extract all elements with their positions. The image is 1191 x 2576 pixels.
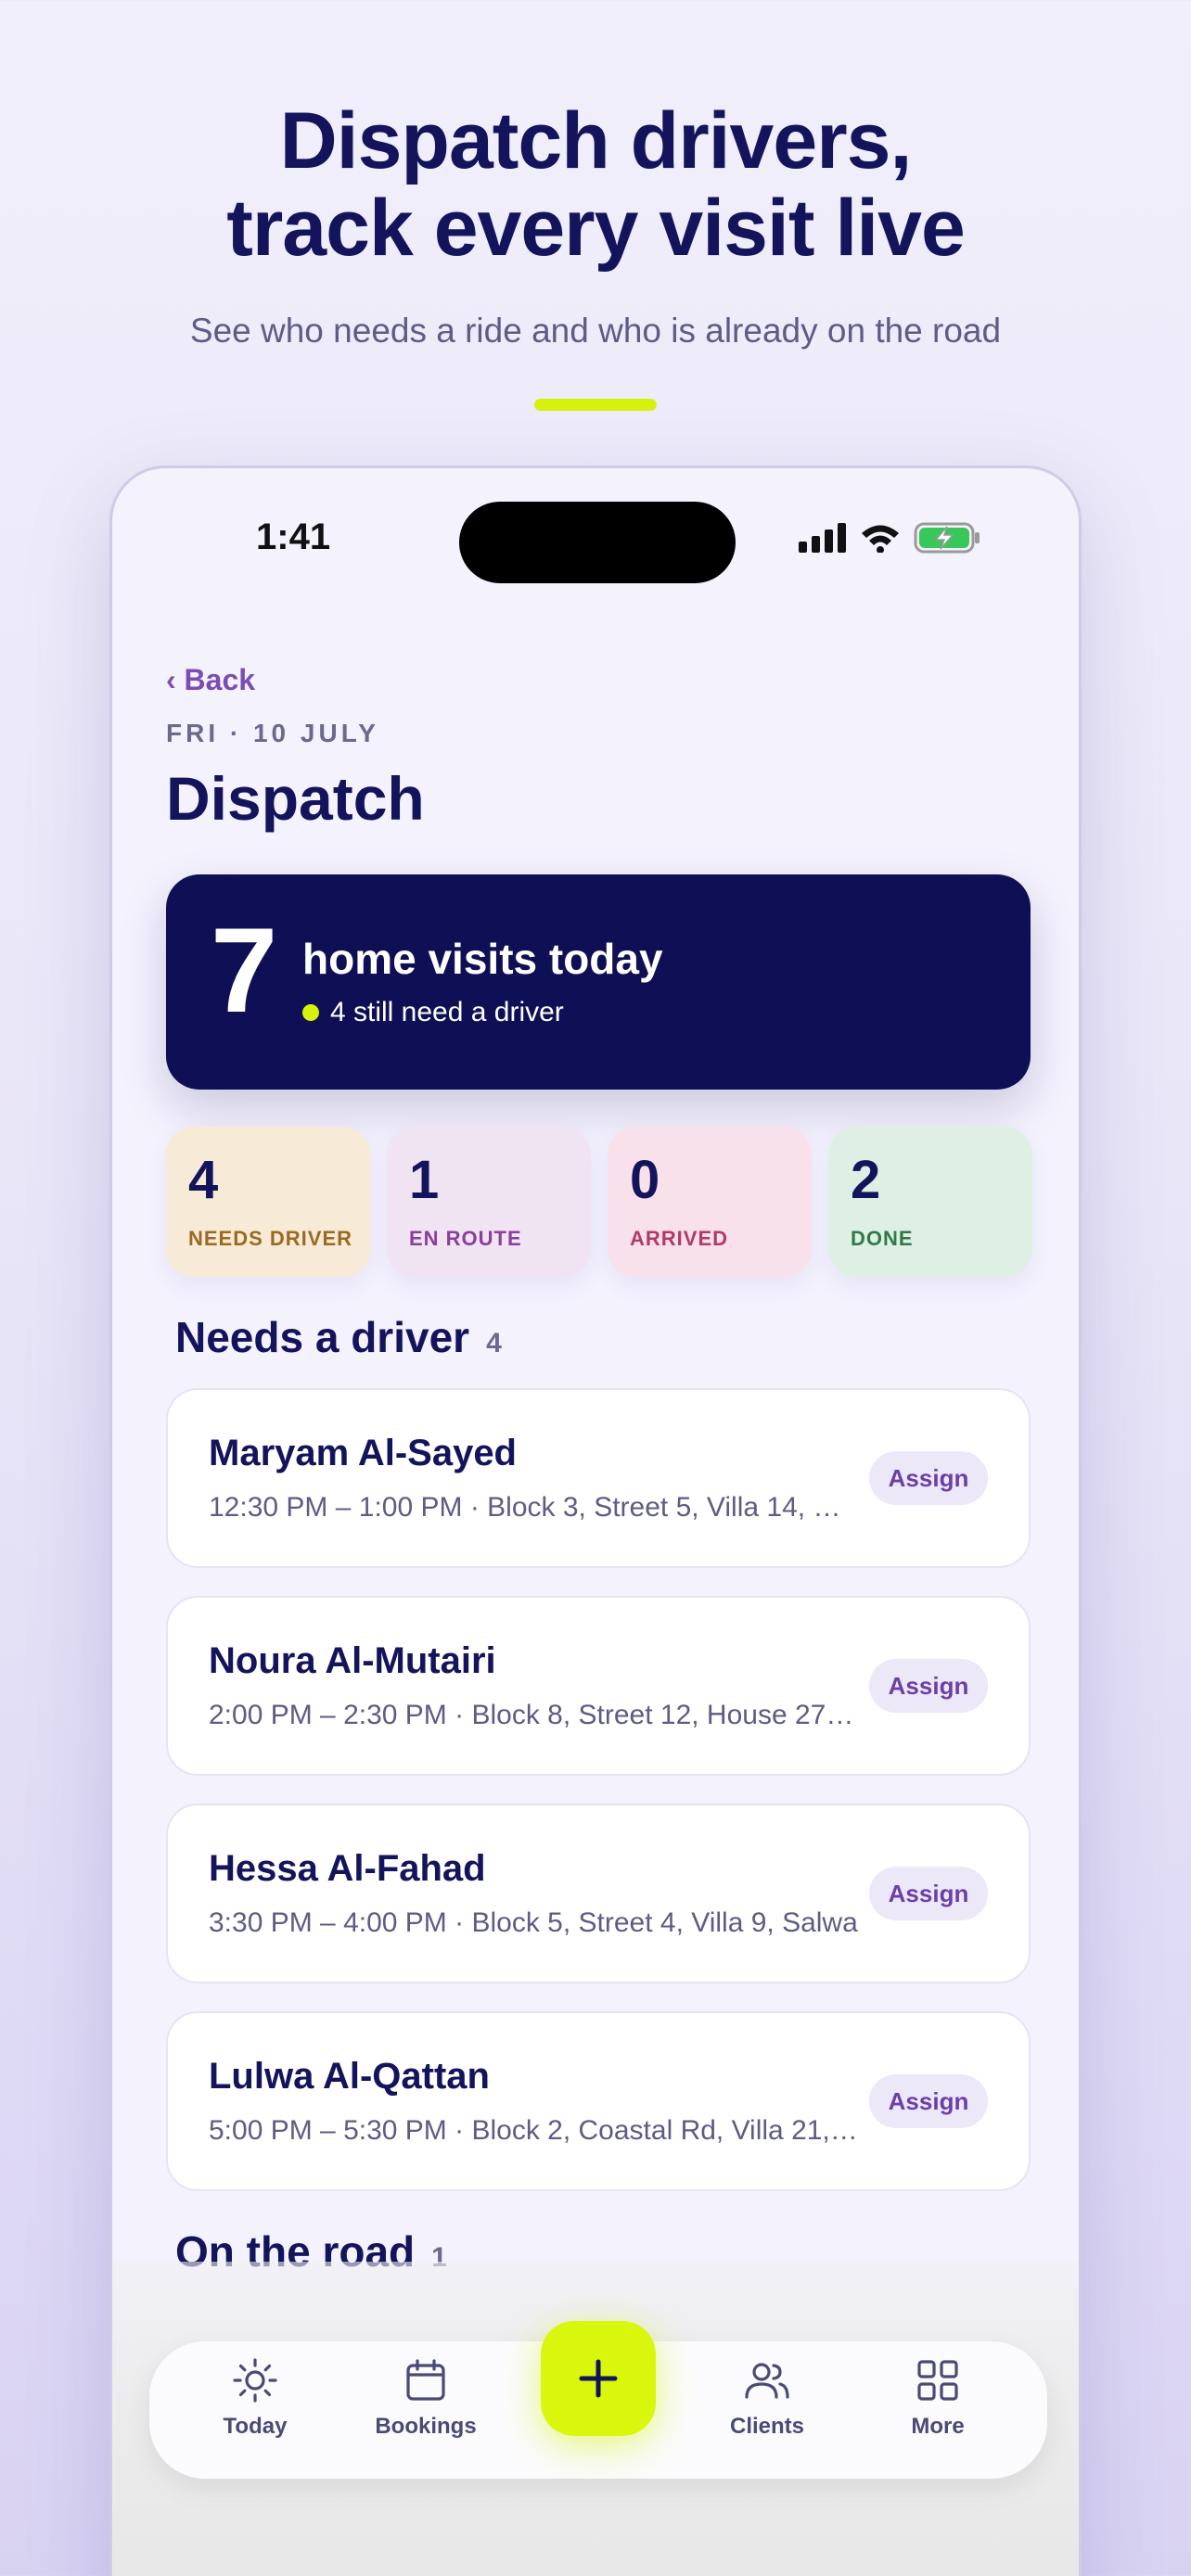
status-time: 1:41 xyxy=(256,516,331,557)
tab-label: Today xyxy=(223,2414,288,2439)
tab-today[interactable]: Today xyxy=(181,2356,329,2440)
visits-summary-card: 7 home visits today 4 still need a drive… xyxy=(166,874,1031,1090)
visits-subtext: 4 still need a driver xyxy=(302,997,564,1028)
grid-icon xyxy=(917,2360,958,2401)
date-label: FRI · 10 JULY xyxy=(166,719,379,747)
tab-label: Clients xyxy=(729,2414,804,2439)
signal-icon xyxy=(799,523,846,553)
visit-details: 5:00 PM – 5:30 PM · Block 2, Coastal Rd,… xyxy=(209,2115,858,2146)
stat-en-route[interactable]: 1 EN ROUTE xyxy=(387,1127,591,1277)
assign-button[interactable]: Assign xyxy=(869,2074,988,2128)
dynamic-island xyxy=(459,502,736,583)
visits-subtext-label: 4 still need a driver xyxy=(330,997,564,1027)
phone-frame: 1:41 ‹ Back FRI · 10 JULY Dispatch 7 hom… xyxy=(109,465,1082,2576)
client-name: Noura Al-Mutairi xyxy=(209,1640,496,1681)
stat-value: 1 xyxy=(409,1150,440,1210)
stat-value: 0 xyxy=(630,1150,660,1210)
visit-card[interactable]: Lulwa Al-Qattan 5:00 PM – 5:30 PM · Bloc… xyxy=(166,2011,1031,2191)
stat-arrived[interactable]: 0 ARRIVED xyxy=(608,1127,812,1277)
section-title-label: Needs a driver xyxy=(175,1313,470,1361)
stat-label: NEEDS DRIVER xyxy=(188,1227,353,1250)
tab-label: More xyxy=(911,2414,965,2439)
stat-done[interactable]: 2 DONE xyxy=(828,1127,1032,1277)
client-name: Hessa Al-Fahad xyxy=(209,1848,486,1889)
status-icons xyxy=(799,522,980,554)
stat-label: EN ROUTE xyxy=(409,1227,522,1250)
status-stats: 4 NEEDS DRIVER 1 EN ROUTE 0 ARRIVED 2 DO… xyxy=(166,1127,1032,1277)
tab-label: Bookings xyxy=(375,2414,477,2439)
visit-card[interactable]: Maryam Al-Sayed 12:30 PM – 1:00 PM · Blo… xyxy=(166,1388,1031,1568)
visits-count: 7 xyxy=(211,902,278,1038)
assign-button[interactable]: Assign xyxy=(869,1659,988,1713)
add-booking-button[interactable] xyxy=(541,2321,656,2436)
marketing-subline: See who needs a ride and who is already … xyxy=(189,312,1002,350)
battery-charging-icon xyxy=(914,522,980,554)
status-dot-icon xyxy=(302,1004,319,1021)
stat-label: ARRIVED xyxy=(630,1227,729,1250)
accent-bar xyxy=(534,399,657,411)
wifi-icon xyxy=(862,525,899,553)
visit-details: 3:30 PM – 4:00 PM · Block 5, Street 4, V… xyxy=(209,1907,858,1938)
visits-label: home visits today xyxy=(302,935,663,983)
visit-card[interactable]: Hessa Al-Fahad 3:30 PM – 4:00 PM · Block… xyxy=(166,1804,1031,1983)
section-count: 4 xyxy=(486,1328,502,1358)
headline-line-1: Dispatch drivers, xyxy=(279,96,913,185)
tab-clients[interactable]: Clients xyxy=(693,2356,841,2440)
client-name: Maryam Al-Sayed xyxy=(209,1433,517,1473)
back-button[interactable]: ‹ Back xyxy=(166,663,255,697)
assign-button[interactable]: Assign xyxy=(869,1451,988,1505)
marketing-headline: Dispatch drivers, track every visit live xyxy=(0,97,1191,272)
visit-details: 12:30 PM – 1:00 PM · Block 3, Street 5, … xyxy=(209,1492,858,1523)
calendar-icon xyxy=(406,2359,445,2401)
sun-icon xyxy=(233,2358,277,2403)
stat-value: 4 xyxy=(188,1150,219,1210)
plus-icon xyxy=(579,2359,618,2398)
client-name: Lulwa Al-Qattan xyxy=(209,2056,490,2097)
users-icon xyxy=(745,2363,789,2399)
page-title: Dispatch xyxy=(166,764,425,833)
assign-button[interactable]: Assign xyxy=(869,1867,988,1920)
visit-details: 2:00 PM – 2:30 PM · Block 8, Street 12, … xyxy=(209,1700,858,1730)
section-needs-driver-title: Needs a driver 4 xyxy=(175,1312,502,1362)
stat-value: 2 xyxy=(851,1150,881,1210)
headline-line-2: track every visit live xyxy=(226,184,966,273)
stat-needs-driver[interactable]: 4 NEEDS DRIVER xyxy=(166,1127,370,1277)
stat-label: DONE xyxy=(851,1227,914,1250)
visit-card[interactable]: Noura Al-Mutairi 2:00 PM – 2:30 PM · Blo… xyxy=(166,1596,1031,1776)
tab-bookings[interactable]: Bookings xyxy=(352,2356,500,2440)
tab-more[interactable]: More xyxy=(864,2356,1012,2440)
